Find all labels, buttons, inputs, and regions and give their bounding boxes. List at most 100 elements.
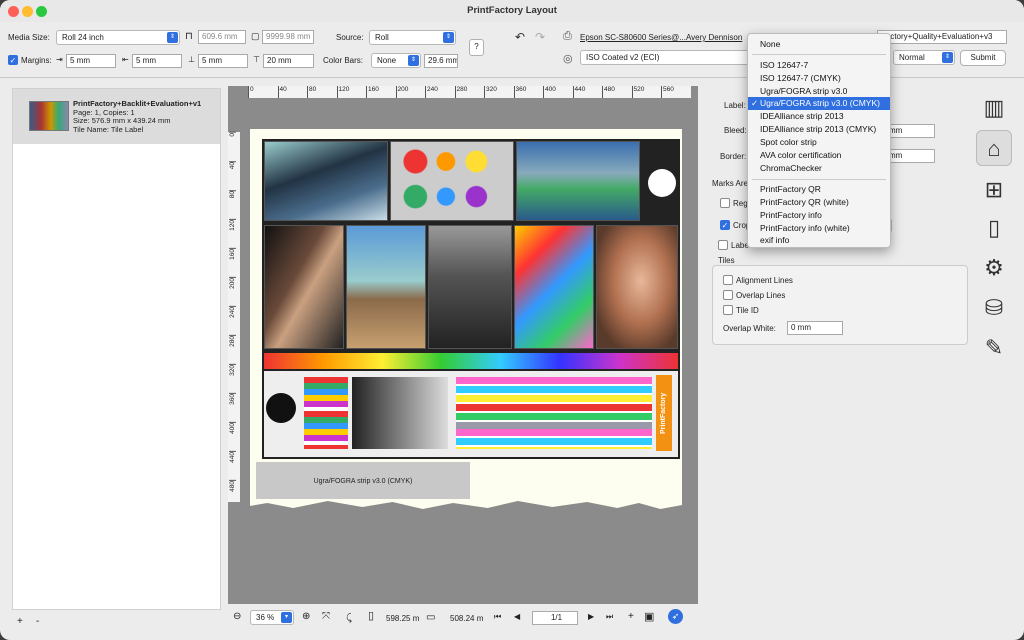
database-icon[interactable]: ⛁ [976, 290, 1012, 326]
crop-marks-checkbox[interactable]: ✓ [720, 220, 730, 230]
help-button[interactable]: ? [469, 39, 484, 56]
border-field[interactable]: mm [885, 149, 935, 163]
calibration-area: PrintFactory [264, 371, 678, 457]
menu-item-pf-info[interactable]: PrintFactory info [748, 209, 890, 222]
menu-item-none[interactable]: None [748, 38, 890, 51]
job-name-field[interactable]: Factory+Quality+Evaluation+v3 [877, 30, 1007, 44]
zoom-window-button[interactable] [36, 6, 47, 17]
layout-height-value: 508.24 m [450, 614, 484, 623]
ruler-tick-label: 480 [602, 86, 615, 98]
compass-icon[interactable]: ➶ [668, 609, 683, 624]
menu-item-idealliance[interactable]: IDEAlliance strip 2013 [748, 110, 890, 123]
submit-button[interactable]: Submit [960, 50, 1006, 66]
reg-marks-checkbox[interactable] [720, 198, 730, 208]
media-size-select[interactable]: Roll 24 inch ⇕ [56, 30, 180, 45]
job-thumbnail [29, 101, 69, 131]
color-bars-label: Color Bars: [323, 56, 364, 65]
chevron-updown-icon: ⇕ [408, 55, 419, 66]
source-select[interactable]: Roll ⇕ [369, 30, 456, 45]
tiles-panel-icon[interactable]: ▯ [976, 210, 1012, 246]
margin-right-field[interactable]: 5 mm [132, 54, 182, 68]
margin-bottom-icon: ⊥ [188, 55, 195, 64]
margin-bottom-field[interactable]: 5 mm [198, 54, 248, 68]
menu-item-iso12647-7[interactable]: ISO 12647-7 [748, 59, 890, 72]
menu-item-spot-color[interactable]: Spot color strip [748, 136, 890, 149]
margins-checkbox[interactable]: ✓ [8, 55, 18, 65]
ruler-tick-label: 400 [543, 86, 556, 98]
woman-portrait-image [596, 225, 678, 349]
tag-panel-icon[interactable]: ⌂ [976, 130, 1012, 166]
prev-page-icon[interactable]: ◀ [514, 612, 520, 621]
add-page-button[interactable]: + [628, 611, 634, 622]
menu-item-ugra-fogra-cmyk[interactable]: ✓ Ugra/FOGRA strip v3.0 (CMYK) [748, 97, 890, 110]
profile-select[interactable]: ISO Coated v2 (ECI) [580, 50, 750, 65]
color-profile-icon: ◎ [563, 53, 573, 65]
zoom-in-icon[interactable]: ⊕ [302, 611, 310, 622]
ruined-house-image [428, 225, 512, 349]
close-window-button[interactable] [8, 6, 19, 17]
printer-link[interactable]: Epson SC-S80600 Series@...Avery Dennison [580, 33, 742, 42]
fit-icon[interactable]: ⤧ [322, 611, 330, 622]
alignment-lines-label: Alignment Lines [736, 276, 793, 285]
ruler-tick-label: 240 [229, 306, 236, 318]
tile-id-checkbox[interactable] [723, 305, 733, 315]
layout-panel-icon[interactable]: ▥ [976, 90, 1012, 126]
page-settings-icon[interactable]: ▣ [644, 610, 654, 623]
media-width-field[interactable]: 609.6 mm [198, 30, 246, 44]
add-job-button[interactable]: + [17, 616, 23, 627]
margin-left-field[interactable]: 5 mm [66, 54, 116, 68]
label-field-label: Label: [724, 101, 746, 110]
color-bars-size-field[interactable]: 29.6 mm [424, 54, 458, 68]
first-page-icon[interactable]: ⏮ [494, 612, 501, 622]
next-page-icon[interactable]: ▶ [588, 612, 594, 621]
color-strip-label-area[interactable]: Ugra/FOGRA strip v3.0 (CMYK) [256, 462, 470, 501]
zoom-select[interactable]: 36 % ▾ [250, 610, 294, 625]
menu-item-idealliance-cmyk[interactable]: IDEAlliance strip 2013 (CMYK) [748, 123, 890, 136]
crayons-image [514, 225, 594, 349]
layout-canvas[interactable]: 0 40 80 120 160 200 240 280 320 360 400 440 480 520 56… [228, 86, 698, 604]
height-icon: ▢ [251, 31, 260, 41]
pen-panel-icon[interactable]: ✎ [976, 330, 1012, 366]
media-height-field[interactable]: 9999.98 mm [262, 30, 314, 44]
ruler-tick-label: 400 [229, 422, 236, 434]
menu-item-pf-qr-white[interactable]: PrintFactory QR (white) [748, 196, 890, 209]
ruler-tick-label: 280 [229, 335, 236, 347]
menu-item-iso12647-7-cmyk[interactable]: ISO 12647-7 (CMYK) [748, 72, 890, 85]
color-bars-select[interactable]: None ⇕ [371, 53, 421, 68]
menu-item-ugra-fogra[interactable]: Ugra/FOGRA strip v3.0 [748, 85, 890, 98]
job-list-item[interactable]: PrintFactory+Backlit+Evaluation+v1 Page:… [13, 89, 220, 144]
alignment-lines-checkbox[interactable] [723, 275, 733, 285]
ruler-tick-label: 0 [248, 86, 254, 98]
snow-forest-image [264, 141, 388, 221]
border-label: Border: [720, 152, 747, 161]
grid-panel-icon[interactable]: ⊞ [976, 172, 1012, 208]
ruler-tick-label: 240 [425, 86, 438, 98]
bleed-field[interactable]: mm [885, 124, 935, 138]
job-tile: Tile Name: Tile Label [73, 124, 144, 134]
minimize-window-button[interactable] [22, 6, 33, 17]
menu-item-exif-info[interactable]: exif info [748, 234, 890, 247]
menu-item-pf-info-white[interactable]: PrintFactory info (white) [748, 222, 890, 235]
rotate-icon[interactable]: ⤹ [346, 613, 352, 624]
margin-top-field[interactable]: 20 mm [263, 54, 314, 68]
page-field[interactable]: 1/1 [532, 611, 578, 625]
mode-select[interactable]: Normal ⇕ [893, 50, 955, 65]
ruler-tick-label: 200 [395, 86, 408, 98]
ruler-tick-label: 360 [513, 86, 526, 98]
layout-width-value: 598.25 m [386, 614, 420, 623]
label-checkbox[interactable] [718, 240, 728, 250]
remove-job-button[interactable]: - [36, 616, 39, 627]
last-page-icon[interactable]: ⏭ [606, 612, 613, 622]
overlap-lines-checkbox[interactable] [723, 290, 733, 300]
overlap-white-field[interactable]: 0 mm [787, 321, 843, 335]
menu-item-chromachecker[interactable]: ChromaChecker [748, 162, 890, 175]
undo-icon[interactable]: ↶ [515, 30, 525, 44]
gear-icon[interactable]: ⚙ [976, 250, 1012, 286]
zoom-out-icon[interactable]: ⊖ [233, 611, 241, 622]
menu-item-pf-qr[interactable]: PrintFactory QR [748, 183, 890, 196]
redo-icon[interactable]: ↷ [535, 30, 545, 44]
ruler-tick-label: 80 [229, 190, 236, 199]
menu-item-ava[interactable]: AVA color certification [748, 149, 890, 162]
width-icon: ⊓ [185, 31, 193, 42]
printer-icon: ⎙ [563, 30, 572, 42]
